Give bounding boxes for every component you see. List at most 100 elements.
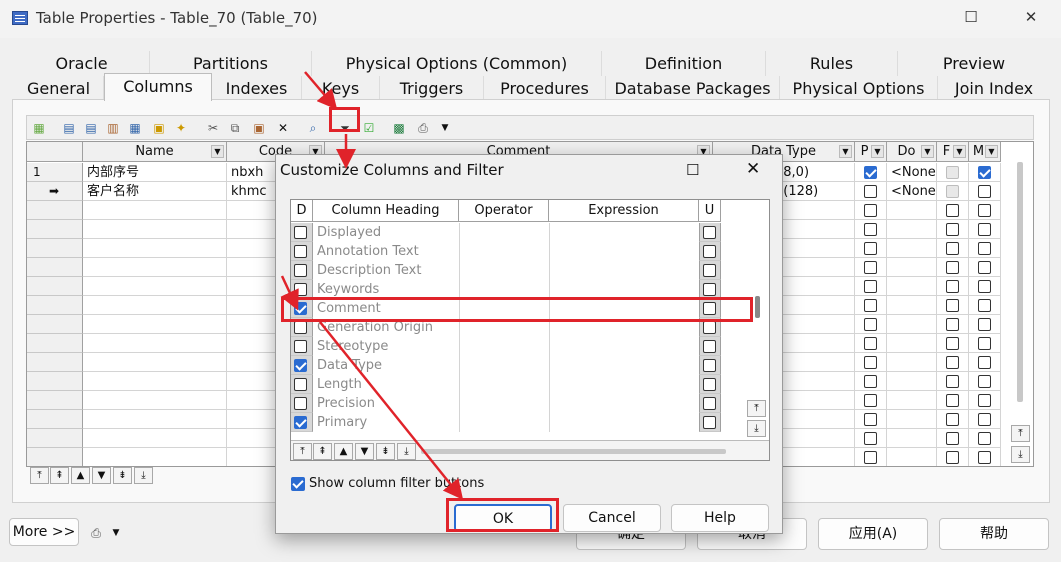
display-checkbox[interactable] — [294, 226, 307, 239]
tab-database-packages[interactable]: Database Packages — [606, 76, 780, 101]
empty-cell[interactable] — [855, 448, 887, 466]
row-header[interactable] — [27, 315, 83, 334]
empty-cell[interactable] — [887, 353, 937, 372]
u-checkbox[interactable] — [703, 378, 716, 391]
row-checkbox[interactable] — [864, 432, 877, 445]
move-page-down-icon[interactable]: ⇟ — [113, 467, 132, 484]
row-checkbox[interactable] — [864, 223, 877, 236]
u-checkbox[interactable] — [703, 283, 716, 296]
empty-cell[interactable] — [855, 334, 887, 353]
copy-icon[interactable]: ⧉ — [227, 120, 243, 136]
empty-cell[interactable] — [83, 258, 227, 277]
empty-cell[interactable] — [937, 296, 969, 315]
list-scroll-bottom-icon[interactable]: ⤓ — [747, 420, 766, 437]
list-item[interactable]: Length — [291, 375, 751, 394]
row-checkbox[interactable] — [946, 299, 959, 312]
empty-cell[interactable] — [83, 315, 227, 334]
empty-cell[interactable] — [83, 448, 227, 466]
list-item[interactable]: Data Type — [291, 356, 751, 375]
display-checkbox[interactable] — [294, 245, 307, 258]
print-dropdown-icon[interactable]: ▼ — [437, 120, 453, 136]
row-checkbox[interactable] — [946, 451, 959, 464]
current-row-arrow-icon[interactable]: ➡ — [27, 182, 83, 201]
row-checkbox[interactable] — [978, 337, 991, 350]
empty-cell[interactable] — [83, 391, 227, 410]
row-checkbox[interactable] — [978, 413, 991, 426]
empty-cell[interactable] — [855, 220, 887, 239]
row-header[interactable] — [27, 410, 83, 429]
datatype-filter-icon[interactable]: ▼ — [839, 145, 852, 158]
list-vertical-scrollbar[interactable] — [755, 296, 760, 318]
do-filter-icon[interactable]: ▼ — [921, 145, 934, 158]
move-top-icon[interactable]: ⤒ — [30, 467, 49, 484]
print-icon[interactable]: ⎙ — [415, 120, 431, 136]
row-checkbox[interactable] — [864, 242, 877, 255]
move-bottom-icon[interactable]: ⤓ — [134, 467, 153, 484]
empty-cell[interactable] — [887, 334, 937, 353]
row-header[interactable] — [27, 239, 83, 258]
row-checkbox[interactable] — [978, 432, 991, 445]
empty-cell[interactable] — [855, 201, 887, 220]
f-filter-icon[interactable]: ▼ — [953, 145, 966, 158]
row-checkbox[interactable] — [946, 394, 959, 407]
row-header[interactable] — [27, 353, 83, 372]
row-checkbox[interactable] — [978, 242, 991, 255]
add-columns-icon[interactable]: ▥ — [105, 120, 121, 136]
row-checkbox[interactable] — [978, 299, 991, 312]
row-checkbox[interactable] — [864, 337, 877, 350]
row-checkbox[interactable] — [946, 356, 959, 369]
row-checkbox[interactable] — [864, 451, 877, 464]
empty-cell[interactable] — [887, 429, 937, 448]
empty-cell[interactable] — [887, 201, 937, 220]
display-checkbox[interactable] — [294, 378, 307, 391]
empty-cell[interactable] — [83, 334, 227, 353]
row-checkbox[interactable] — [946, 318, 959, 331]
list-horizontal-scrollbar[interactable] — [421, 449, 726, 454]
grid-vertical-scrollbar[interactable] — [1017, 162, 1023, 402]
empty-cell[interactable] — [937, 258, 969, 277]
row-checkbox[interactable] — [946, 337, 959, 350]
maximize-icon[interactable]: ☐ — [956, 8, 986, 30]
dialog-close-icon[interactable]: ✕ — [746, 159, 760, 179]
empty-cell[interactable] — [83, 429, 227, 448]
row-header[interactable] — [27, 201, 83, 220]
excel-export-icon[interactable]: ▩ — [391, 120, 407, 136]
move-page-up-icon[interactable]: ⇞ — [50, 467, 69, 484]
cell-m[interactable] — [969, 163, 1001, 182]
empty-cell[interactable] — [937, 334, 969, 353]
create-domain-icon[interactable]: ▦ — [127, 120, 143, 136]
row-checkbox[interactable] — [978, 223, 991, 236]
light-icon[interactable]: ✦ — [173, 120, 189, 136]
tab-columns[interactable]: Columns — [104, 73, 212, 101]
empty-cell[interactable] — [887, 258, 937, 277]
empty-cell[interactable] — [855, 239, 887, 258]
empty-cell[interactable] — [969, 353, 1001, 372]
grid-scroll-up-icon[interactable]: ⤒ — [1011, 425, 1030, 442]
empty-cell[interactable] — [83, 410, 227, 429]
tab-general[interactable]: General — [14, 76, 104, 101]
empty-cell[interactable] — [83, 239, 227, 258]
empty-cell[interactable] — [937, 448, 969, 466]
row-header[interactable] — [27, 296, 83, 315]
close-icon[interactable]: ✕ — [1016, 8, 1046, 30]
enable-filter-icon[interactable]: ☑ — [361, 120, 377, 136]
empty-cell[interactable] — [855, 410, 887, 429]
list-move-top-icon[interactable]: ⤒ — [293, 443, 312, 460]
display-checkbox[interactable] — [294, 321, 307, 334]
empty-cell[interactable] — [855, 258, 887, 277]
row-checkbox[interactable] — [864, 204, 877, 217]
u-checkbox[interactable] — [703, 397, 716, 410]
more-button[interactable]: More >> — [9, 518, 79, 546]
list-move-page-down-icon[interactable]: ⇟ — [376, 443, 395, 460]
row-checkbox[interactable] — [864, 413, 877, 426]
empty-cell[interactable] — [969, 334, 1001, 353]
u-checkbox[interactable] — [703, 359, 716, 372]
empty-cell[interactable] — [83, 277, 227, 296]
tab-triggers[interactable]: Triggers — [380, 76, 484, 101]
empty-cell[interactable] — [969, 296, 1001, 315]
empty-cell[interactable] — [83, 353, 227, 372]
p-filter-icon[interactable]: ▼ — [871, 145, 884, 158]
col-header-m[interactable]: M ▼ — [969, 142, 1001, 162]
cell-name[interactable]: 内部序号 — [83, 163, 227, 182]
list-item[interactable]: Annotation Text — [291, 242, 751, 261]
